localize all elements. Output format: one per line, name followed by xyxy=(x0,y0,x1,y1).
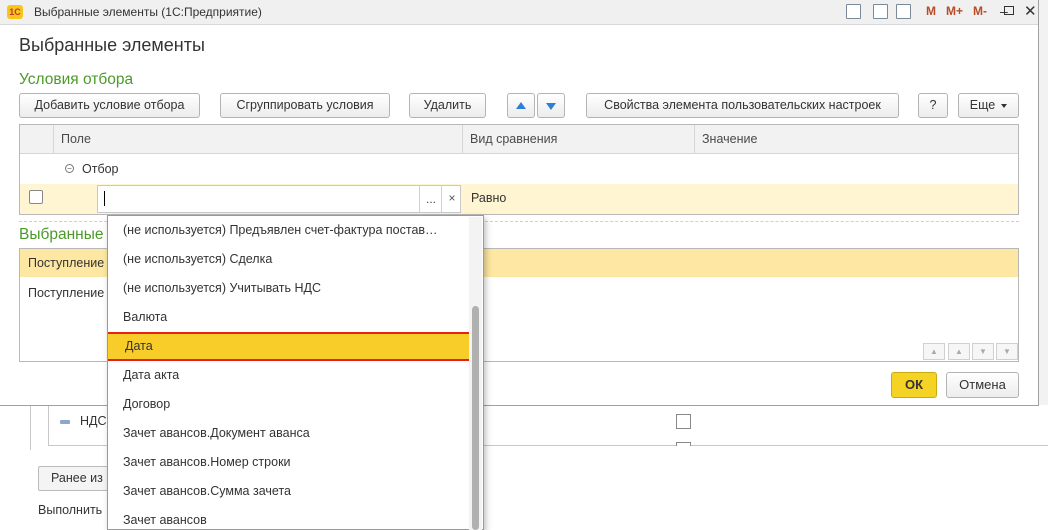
list-item[interactable]: (не используется) Учитывать НДС xyxy=(108,274,472,303)
column-header-field[interactable]: Поле xyxy=(53,125,462,153)
list-item[interactable]: (не используется) Сделка xyxy=(108,245,472,274)
calendar-icon[interactable] xyxy=(896,4,911,19)
column-header-comparison[interactable]: Вид сравнения xyxy=(462,125,694,153)
element-properties-button[interactable]: Свойства элемента пользовательских настр… xyxy=(586,93,899,118)
clear-button[interactable]: × xyxy=(441,185,462,213)
collapse-icon[interactable] xyxy=(60,420,70,424)
memory-plus-button[interactable]: M+ xyxy=(946,4,963,18)
list-item[interactable]: Зачет авансов xyxy=(108,506,472,529)
group-conditions-button[interactable]: Сгруппировать условия xyxy=(220,93,390,118)
ndc-label: НДС xyxy=(80,414,107,428)
help-button[interactable]: ? xyxy=(918,93,948,118)
field-input[interactable] xyxy=(97,185,461,213)
list-item[interactable]: Зачет авансов.Документ аванса xyxy=(108,419,472,448)
list-item-selected[interactable]: Дата xyxy=(108,332,472,361)
previous-button[interactable]: Ранее из xyxy=(38,466,110,491)
move-down-small-button[interactable]: ▼ xyxy=(972,343,994,360)
list-item[interactable]: Валюта xyxy=(108,303,472,332)
move-up-small-button[interactable]: ▲ xyxy=(948,343,970,360)
scrollbar-thumb[interactable] xyxy=(472,306,479,530)
row-label[interactable]: Поступление xyxy=(28,286,104,300)
group-row[interactable] xyxy=(20,154,1018,184)
move-first-button[interactable]: ▲ xyxy=(923,343,945,360)
ndc-checkbox[interactable] xyxy=(676,414,691,429)
move-down-button[interactable] xyxy=(537,93,565,118)
dropdown-caret-icon xyxy=(1001,103,1008,108)
comparison-value[interactable]: Равно xyxy=(471,191,506,205)
window-title: Выбранные элементы (1С:Предприятие) xyxy=(34,5,262,19)
row-label: Поступление xyxy=(28,256,105,270)
cancel-button[interactable]: Отмена xyxy=(946,372,1019,398)
execute-label: Выполнить xyxy=(38,503,103,517)
group-label: Отбор xyxy=(82,162,119,176)
background-checkbox[interactable] xyxy=(676,442,691,446)
memory-minus-button[interactable]: M- xyxy=(973,4,987,18)
list-item[interactable]: Договор xyxy=(108,390,472,419)
select-button[interactable]: ... xyxy=(419,185,442,213)
print-icon[interactable] xyxy=(846,4,861,19)
field-dropdown-list[interactable]: (не используется) Предъявлен счет-фактур… xyxy=(107,215,484,530)
calculator-icon[interactable] xyxy=(873,4,888,19)
filter-section-title: Условия отбора xyxy=(19,71,134,88)
arrow-down-icon xyxy=(546,103,556,110)
list-item[interactable]: (не используется) Предъявлен счет-фактур… xyxy=(108,216,472,245)
arrow-up-icon xyxy=(516,102,526,109)
text-cursor xyxy=(104,191,105,206)
delete-button[interactable]: Удалить xyxy=(409,93,486,118)
list-item[interactable]: Зачет авансов.Сумма зачета xyxy=(108,477,472,506)
column-header-value[interactable]: Значение xyxy=(694,125,1018,153)
form-title: Выбранные элементы xyxy=(19,35,205,55)
memory-button[interactable]: M xyxy=(926,4,936,18)
more-button[interactable]: Еще xyxy=(958,93,1019,118)
app-logo-icon: 1С xyxy=(7,5,23,19)
maximize-icon[interactable] xyxy=(1004,6,1014,15)
move-up-button[interactable] xyxy=(507,93,535,118)
close-icon[interactable]: ✕ xyxy=(1024,2,1037,20)
collapse-icon[interactable]: − xyxy=(65,164,74,173)
ok-button[interactable]: ОК xyxy=(891,372,937,398)
add-filter-button[interactable]: Добавить условие отбора xyxy=(19,93,200,118)
list-item[interactable]: Дата акта xyxy=(108,361,472,390)
move-last-button[interactable]: ▼ xyxy=(996,343,1018,360)
row-checkbox[interactable] xyxy=(29,190,43,204)
more-label: Еще xyxy=(969,98,996,112)
list-item[interactable]: Зачет авансов.Номер строки xyxy=(108,448,472,477)
